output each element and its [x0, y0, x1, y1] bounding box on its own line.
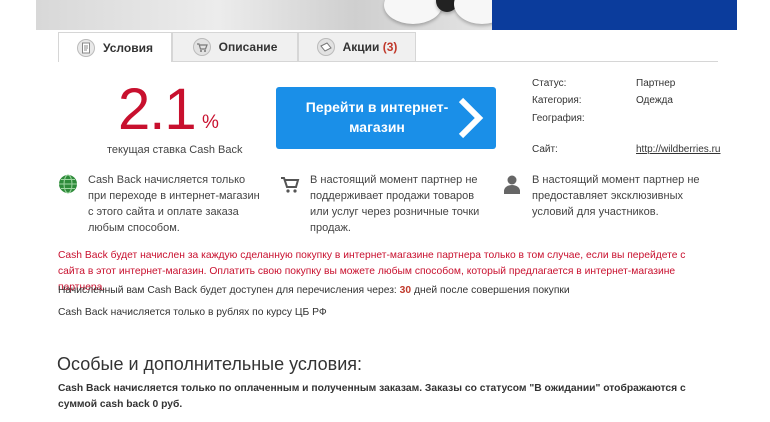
- cart-icon: [192, 38, 211, 56]
- globe-icon: [59, 174, 77, 194]
- tab-description-label: Описание: [218, 40, 278, 54]
- info-status-label: Статус:: [532, 78, 567, 89]
- chevron-right-icon: [458, 97, 484, 139]
- info-site-link[interactable]: http://wildberries.ru: [636, 144, 720, 155]
- promotions-count: (3): [382, 40, 398, 54]
- cart-icon: [281, 177, 300, 193]
- document-icon: [77, 38, 96, 57]
- banner-image: [36, 0, 510, 30]
- feature-exclusive-text: В настоящий момент партнер не предоставл…: [532, 174, 700, 218]
- banner-blue-panel: [492, 0, 737, 30]
- tab-description[interactable]: Описание: [172, 32, 298, 61]
- availability-days: 30: [399, 285, 412, 296]
- rubles-note: Cash Back начисляется только в рублях по…: [58, 307, 327, 318]
- go-to-shop-label: Перейти в интернет-магазин: [305, 99, 449, 135]
- info-category-value: Одежда: [636, 95, 673, 106]
- user-icon: [504, 175, 520, 194]
- cashback-rate: 2.1: [118, 77, 197, 142]
- info-geo-label: География:: [532, 113, 585, 124]
- cashback-rate-caption: текущая ставка Cash Back: [107, 144, 243, 156]
- availability-note: Начисленный вам Cash Back будет доступен…: [58, 285, 570, 296]
- info-status-value: Партнер: [636, 78, 676, 89]
- extra-conditions-title: Особые и дополнительные условия:: [57, 354, 363, 374]
- tab-promotions-label: Акции (3): [342, 40, 398, 54]
- tabs-bar: Условия Описание Акции (3): [58, 30, 718, 62]
- info-site-label: Сайт:: [532, 144, 558, 155]
- tab-conditions[interactable]: Условия: [58, 32, 172, 62]
- go-to-shop-button[interactable]: Перейти в интернет-магазин: [276, 87, 496, 149]
- tab-conditions-label: Условия: [103, 40, 153, 55]
- cashback-rate-unit: %: [202, 112, 219, 133]
- ticket-icon: [316, 38, 335, 56]
- tab-promotions[interactable]: Акции (3): [298, 32, 416, 61]
- info-category-label: Категория:: [532, 95, 582, 106]
- promo-banner[interactable]: [0, 0, 770, 30]
- extra-conditions-text: Cash Back начисляется только по оплаченн…: [58, 383, 686, 410]
- feature-retail-text: В настоящий момент партнер не поддержива…: [310, 174, 480, 234]
- feature-redirect-text: Cash Back начисляется только при переход…: [88, 174, 260, 234]
